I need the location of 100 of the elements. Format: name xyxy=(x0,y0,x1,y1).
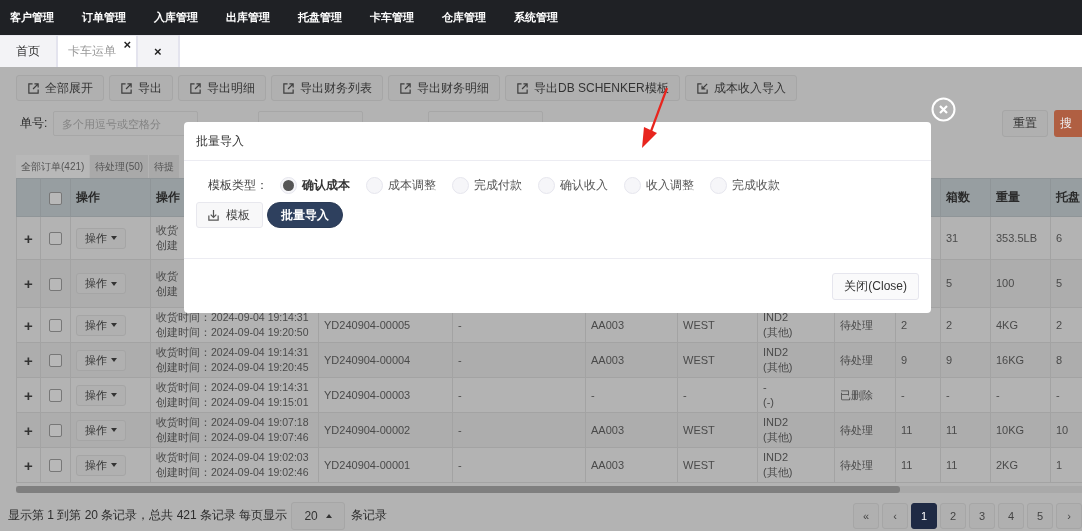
expand-button[interactable]: + xyxy=(16,216,41,260)
nav-menu-item[interactable]: 订单管理 xyxy=(76,10,132,25)
checkbox[interactable] xyxy=(49,389,62,403)
radio-option[interactable]: 确认收入 xyxy=(538,176,608,194)
table-cell: 5 xyxy=(1050,259,1082,308)
field-label: 单号: xyxy=(20,115,48,132)
export-icon xyxy=(120,81,133,95)
action-dropdown-button[interactable]: 操作 xyxy=(76,454,126,476)
caret-icon xyxy=(111,236,117,240)
scrollbar-thumb[interactable] xyxy=(16,486,900,493)
action-dropdown-button[interactable]: 操作 xyxy=(76,419,126,441)
toolbar-button[interactable]: 导出财务明细 xyxy=(388,75,500,101)
close-icon[interactable] xyxy=(931,97,956,122)
page-button[interactable]: « xyxy=(853,502,879,529)
table-cell: 5 xyxy=(940,259,991,308)
nav-menu-item[interactable]: 入库管理 xyxy=(148,10,204,25)
table-cell: 待处理 xyxy=(834,342,896,378)
nav-menu-item[interactable]: 卡车管理 xyxy=(364,10,420,25)
toolbar-button[interactable]: 导出明细 xyxy=(178,75,266,101)
radio-button[interactable] xyxy=(280,176,297,194)
action-dropdown-button[interactable]: 操作 xyxy=(76,273,126,294)
toolbar-button[interactable]: 成本收入导入 xyxy=(684,75,797,101)
nav-menu-item[interactable]: 出库管理 xyxy=(220,10,276,25)
table-cell: IND2 (其他) xyxy=(757,342,835,378)
table-cell: - xyxy=(452,377,586,413)
checkbox[interactable] xyxy=(49,232,62,246)
checkbox[interactable] xyxy=(49,191,62,205)
page-button[interactable]: 2 xyxy=(940,502,966,529)
radio-option[interactable]: 完成付款 xyxy=(452,176,522,194)
radio-button[interactable] xyxy=(366,176,383,194)
expand-button[interactable]: + xyxy=(16,259,41,308)
radio-option[interactable]: 收入调整 xyxy=(624,176,694,194)
action-dropdown-button[interactable]: 操作 xyxy=(76,314,126,336)
table-cell: 100 xyxy=(990,259,1051,308)
checkbox[interactable] xyxy=(49,354,62,368)
toolbar-button[interactable]: 全部展开 xyxy=(16,75,104,101)
created-time: 创建时间：2024-09-04 19:20:50 xyxy=(156,325,310,340)
close-button[interactable]: 关闭(Close) xyxy=(832,272,919,300)
search-button[interactable]: 搜 xyxy=(1054,110,1082,137)
tab[interactable]: 卡车运单 × xyxy=(58,35,138,67)
action-dropdown-button[interactable]: 操作 xyxy=(76,384,126,406)
checkbox[interactable] xyxy=(49,459,62,473)
status-tab[interactable]: 待提 xyxy=(149,155,181,178)
toolbar-button[interactable]: 导出 xyxy=(109,75,173,101)
page-button[interactable]: › xyxy=(1056,502,1082,529)
column-header: 箱数 xyxy=(940,178,991,217)
export-icon xyxy=(399,81,412,95)
toolbar-button[interactable]: 导出财务列表 xyxy=(271,75,383,101)
caret-icon xyxy=(111,393,117,397)
status-tab[interactable]: 待处理(50) xyxy=(90,155,150,178)
page-button[interactable]: ‹ xyxy=(882,502,908,529)
expand-button[interactable]: + xyxy=(16,342,41,378)
tab[interactable]: 首页 xyxy=(0,35,58,67)
created-time: 创建 xyxy=(156,238,179,253)
page-button[interactable]: 4 xyxy=(998,502,1024,529)
table-cell: 2 xyxy=(940,307,991,343)
template-button[interactable]: 模板 xyxy=(196,202,263,228)
expand-button[interactable]: + xyxy=(16,377,41,413)
page-button[interactable]: 1 xyxy=(911,502,937,529)
table-cell: - (-) xyxy=(757,377,835,413)
nav-menu-item[interactable]: 托盘管理 xyxy=(292,10,348,25)
tab[interactable]: × xyxy=(138,35,180,67)
nav-menu-item[interactable]: 客户管理 xyxy=(4,10,60,25)
option-label: 确认收入 xyxy=(560,176,608,194)
close-button[interactable]: × xyxy=(154,44,162,59)
horizontal-scrollbar[interactable] xyxy=(16,486,1082,493)
radio-button[interactable] xyxy=(710,176,727,194)
received-time: 收货 xyxy=(156,268,179,284)
received-time: 收货时间：2024-09-04 19:14:31 xyxy=(156,345,310,360)
page-button[interactable]: 3 xyxy=(969,502,995,529)
export-icon xyxy=(516,81,529,95)
expand-button[interactable]: + xyxy=(16,307,41,343)
action-dropdown-button[interactable]: 操作 xyxy=(76,227,126,249)
nav-menu-item[interactable]: 仓库管理 xyxy=(436,10,492,25)
option-label: 完成收款 xyxy=(732,176,780,194)
batch-import-button[interactable]: 批量导入 xyxy=(267,202,343,228)
table-cell: - xyxy=(940,377,991,413)
checkbox[interactable] xyxy=(49,319,62,333)
status-tab[interactable]: 全部订单(421) xyxy=(16,155,91,178)
page-button[interactable]: 5 xyxy=(1027,502,1053,529)
table-cell: AA003 xyxy=(585,412,678,448)
radio-button[interactable] xyxy=(452,176,469,194)
reset-button[interactable]: 重置 xyxy=(1002,110,1048,137)
radio-option[interactable]: 完成收款 xyxy=(710,176,780,194)
radio-option[interactable]: 成本调整 xyxy=(366,176,436,194)
action-dropdown-button[interactable]: 操作 xyxy=(76,349,126,371)
table-cell: 11 xyxy=(895,447,941,483)
page-size-dropdown[interactable]: 20 xyxy=(291,501,345,530)
checkbox[interactable] xyxy=(49,277,62,291)
expand-button[interactable]: + xyxy=(16,412,41,448)
expand-button[interactable]: + xyxy=(16,447,41,483)
nav-menu-item[interactable]: 系统管理 xyxy=(508,10,564,25)
option-label: 成本调整 xyxy=(388,176,436,194)
checkbox[interactable] xyxy=(49,424,62,438)
radio-button[interactable] xyxy=(538,176,555,194)
table-cell: - xyxy=(452,447,586,483)
export-icon xyxy=(189,81,202,95)
close-button[interactable]: × xyxy=(123,37,131,52)
radio-button[interactable] xyxy=(624,176,641,194)
table-cell: WEST xyxy=(677,447,758,483)
